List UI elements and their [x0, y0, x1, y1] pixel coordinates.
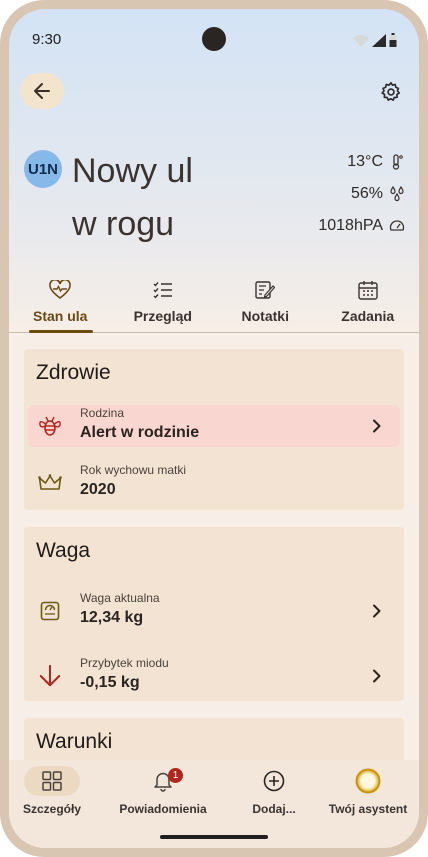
- row-label: Rodzina: [80, 406, 125, 420]
- heart-pulse-icon: [49, 280, 72, 300]
- nav-pill: [340, 766, 396, 796]
- weight-card: Waga Waga aktualna 12,34 kg Przybytek mi…: [24, 527, 404, 701]
- tab-label: Przegląd: [133, 308, 192, 324]
- note-edit-icon: [255, 280, 276, 300]
- notification-badge: 1: [168, 768, 183, 783]
- row-value: 12,34 kg: [80, 609, 144, 626]
- card-title: Warunki: [36, 730, 113, 753]
- humidity-metric: 56%: [318, 178, 405, 210]
- tab-bar: Stan ula Przegląd Notatki Zadania: [9, 275, 419, 333]
- card-title: Waga: [36, 539, 91, 562]
- temperature-metric: 13°C: [318, 146, 405, 178]
- tab-label: Stan ula: [33, 308, 88, 324]
- nav-label: Powiadomienia: [119, 802, 207, 816]
- humidity-value: 56%: [350, 185, 383, 202]
- chevron-right-icon: [370, 602, 384, 620]
- family-alert-row[interactable]: Rodzina Alert w rodzinie: [28, 405, 400, 447]
- active-tab-indicator: [29, 330, 93, 333]
- scale-icon: [38, 599, 62, 623]
- gauge-icon: [389, 218, 405, 234]
- tab-label: Zadania: [341, 308, 395, 324]
- card-title: Zdrowie: [36, 361, 111, 384]
- nav-pill: [246, 766, 302, 796]
- weather-metrics: 13°C 56% 1018hPA: [318, 146, 405, 242]
- row-label: Waga aktualna: [80, 591, 160, 605]
- settings-button[interactable]: [378, 79, 404, 105]
- add-circle-icon: [263, 770, 285, 792]
- nav-details[interactable]: Szczegóły: [9, 760, 102, 816]
- humidity-icon: [389, 186, 405, 202]
- row-value: 2020: [80, 481, 116, 498]
- nav-assistant[interactable]: Twój asystent: [318, 760, 418, 816]
- pressure-value: 1018hPA: [318, 217, 383, 234]
- tab-label: Notatki: [241, 308, 289, 324]
- nav-label: Szczegóły: [22, 802, 82, 816]
- checklist-icon: [153, 280, 173, 300]
- chevron-right-icon: [370, 667, 384, 685]
- arrow-down-icon: [38, 664, 62, 688]
- tab-zadania[interactable]: Zadania: [317, 275, 420, 332]
- home-indicator[interactable]: [160, 835, 268, 839]
- crown-icon: [38, 471, 62, 495]
- status-time: 9:30: [32, 31, 62, 48]
- nav-label: Twój asystent: [328, 802, 408, 816]
- grid-icon: [42, 771, 62, 791]
- calendar-icon: [358, 280, 378, 300]
- queen-year-row: Rok wychowu matki 2020: [28, 462, 400, 504]
- nav-pill: 1: [135, 766, 191, 796]
- hive-avatar: U1N: [24, 150, 62, 188]
- bee-icon: [38, 414, 62, 438]
- nav-add[interactable]: Dodaj...: [224, 760, 324, 816]
- arrow-back-icon: [34, 83, 50, 99]
- bottom-navigation: Szczegóły 1 Powiadomienia Dodaj... Twój …: [9, 760, 419, 848]
- signal-icon: [372, 34, 386, 47]
- row-value: Alert w rodzinie: [80, 424, 200, 441]
- battery-icon: [389, 33, 397, 47]
- pressure-metric: 1018hPA: [318, 210, 405, 242]
- tab-stan-ula[interactable]: Stan ula: [9, 275, 112, 333]
- tab-przeglad[interactable]: Przegląd: [112, 275, 215, 332]
- back-button[interactable]: [20, 73, 64, 109]
- nav-pill: [24, 766, 80, 796]
- row-label: Rok wychowu matki: [80, 463, 187, 477]
- current-weight-row[interactable]: Waga aktualna 12,34 kg: [28, 590, 400, 632]
- nav-label: Dodaj...: [252, 802, 296, 816]
- nav-notifications[interactable]: 1 Powiadomienia: [113, 760, 213, 816]
- thermometer-icon: [389, 154, 405, 170]
- row-value: -0,15 kg: [80, 674, 140, 691]
- system-icons: [353, 33, 397, 47]
- wifi-icon: [353, 35, 369, 47]
- health-card: Zdrowie Rodzina Alert w rodzinie Rok wyc…: [24, 349, 404, 510]
- temperature-value: 13°C: [347, 153, 383, 170]
- page-title-line2: w rogu: [72, 205, 175, 243]
- honey-gain-row[interactable]: Przybytek miodu -0,15 kg: [28, 655, 400, 697]
- chevron-right-icon: [370, 417, 384, 435]
- camera-cutout: [202, 27, 226, 51]
- page-title: Nowy ul w rogu: [72, 145, 262, 251]
- status-bar: 9:30: [9, 9, 419, 67]
- gear-icon: [381, 82, 401, 101]
- page-title-line1: Nowy ul: [72, 152, 193, 190]
- app-screen: 9:30 U1N Nowy ul w rogu 13°C 56% 1018hPA…: [9, 9, 419, 848]
- assistant-icon: [355, 768, 381, 794]
- row-label: Przybytek miodu: [80, 656, 169, 670]
- tab-notatki[interactable]: Notatki: [214, 275, 317, 332]
